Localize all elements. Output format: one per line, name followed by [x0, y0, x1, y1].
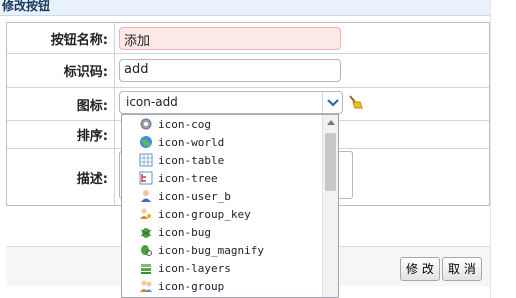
icon-dropdown-list: icon-cog icon-world icon-table icon-tree…	[121, 114, 339, 298]
option-label: icon-layers	[158, 261, 231, 275]
list-item[interactable]: icon-user_b	[122, 187, 324, 205]
outer-scrollbar[interactable]	[490, 0, 516, 298]
chevron-down-icon[interactable]	[322, 92, 342, 113]
broom-icon[interactable]	[347, 94, 363, 110]
modify-button[interactable]: 修 改	[400, 257, 440, 281]
list-item[interactable]: icon-world	[122, 133, 324, 151]
option-label: icon-bug	[158, 225, 211, 239]
option-label: icon-group	[158, 279, 225, 293]
dialog-titlebar: 修改按钮 ✕	[0, 0, 516, 16]
option-label: icon-cog	[158, 117, 211, 131]
chevron-up-icon[interactable]	[323, 115, 338, 129]
user-icon	[138, 188, 154, 204]
group-key-icon	[138, 206, 154, 222]
option-label: icon-tree	[158, 171, 218, 185]
name-label: 按钮名称:	[7, 23, 115, 53]
cancel-button[interactable]: 取 消	[442, 257, 482, 281]
dialog-title: 修改按钮	[2, 0, 51, 13]
cog-icon	[138, 116, 154, 132]
icon-combobox-value: icon-add	[126, 95, 178, 109]
list-item[interactable]: icon-cog	[122, 115, 324, 133]
icon-options: icon-cog icon-world icon-table icon-tree…	[122, 115, 324, 295]
bug-icon	[138, 224, 154, 240]
tree-icon	[138, 170, 154, 186]
name-input[interactable]: 添加	[119, 27, 341, 50]
option-label: icon-bug_magnify	[158, 243, 264, 257]
icon-label: 图标:	[7, 88, 115, 120]
order-label: 排序:	[7, 121, 115, 148]
option-label: icon-world	[158, 135, 225, 149]
list-item[interactable]: icon-bug	[122, 223, 324, 241]
list-item[interactable]: icon-layers	[122, 259, 324, 277]
list-item[interactable]: icon-bug_magnify	[122, 241, 324, 259]
list-item[interactable]: icon-tree	[122, 169, 324, 187]
option-label: icon-table	[158, 153, 225, 167]
list-item[interactable]: icon-group_key	[122, 205, 324, 223]
desc-label: 描述:	[7, 149, 115, 205]
name-row: 按钮名称: 添加	[7, 23, 489, 54]
world-icon	[138, 134, 154, 150]
list-item[interactable]: icon-table	[122, 151, 324, 169]
code-input[interactable]: add	[119, 59, 341, 82]
code-label: 标识码:	[7, 54, 115, 87]
dropdown-scrollbar[interactable]	[322, 115, 338, 297]
dropdown-scroll-thumb[interactable]	[325, 133, 336, 191]
option-label: icon-user_b	[158, 189, 231, 203]
group-icon	[138, 278, 154, 294]
bug-magnify-icon	[138, 242, 154, 258]
table-icon	[138, 152, 154, 168]
list-item[interactable]: icon-group	[122, 277, 324, 295]
icon-combobox[interactable]: icon-add	[119, 91, 343, 114]
layers-icon	[138, 260, 154, 276]
code-row: 标识码: add	[7, 54, 489, 88]
option-label: icon-group_key	[158, 207, 251, 221]
